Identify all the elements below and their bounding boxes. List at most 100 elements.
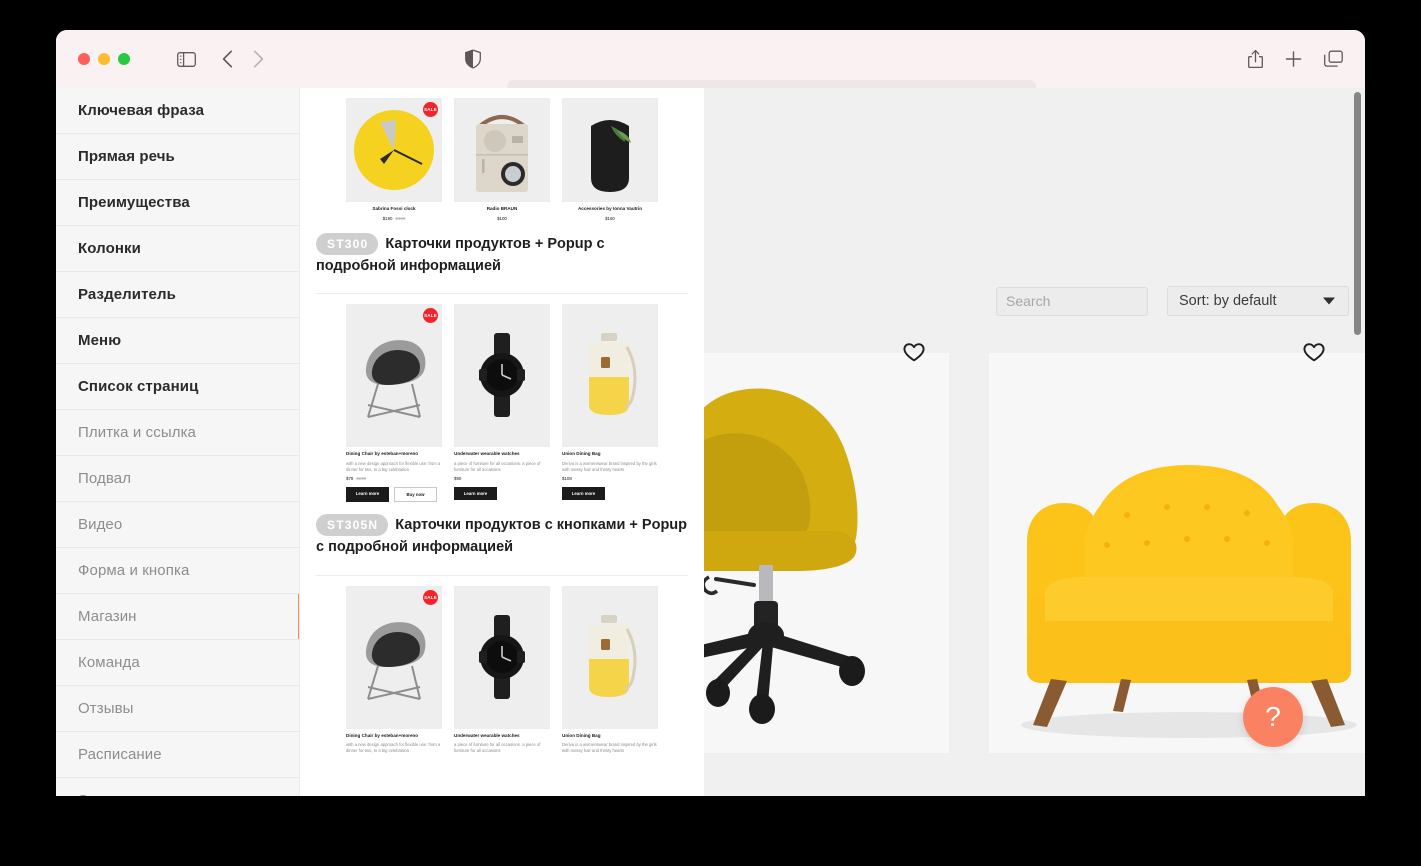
chevron-down-icon: [1323, 297, 1335, 305]
sidebar-item-5[interactable]: Меню: [56, 318, 299, 364]
product-cell-sofa[interactable]: T Furniture Molo Sofa: [989, 343, 1365, 753]
sidebar-item-10[interactable]: Форма и кнопка: [56, 548, 299, 594]
preview-product-button[interactable]: Learn more: [562, 487, 605, 501]
price-current: $90: [454, 476, 462, 482]
preview-product-name: Accessories by Ionna Vautrin: [577, 206, 643, 211]
block-card[interactable]: SALE Dining Chair by esteban+moreno with a…: [300, 294, 704, 575]
tab-overview-icon[interactable]: [1324, 50, 1343, 68]
block-card[interactable]: SALE Dining Chair by esteban+moreno with a…: [300, 576, 704, 759]
preview-product-name: Underwater wearable watches: [454, 450, 520, 456]
sidebar-item-label: Расписание: [78, 746, 162, 763]
search-field-wrapper[interactable]: [996, 286, 1212, 316]
preview-product-button[interactable]: Buy now: [394, 487, 437, 503]
preview-product-buttons: Learn more: [562, 487, 658, 501]
preview-product-image: [454, 585, 550, 729]
sidebar-item-7[interactable]: Плитка и ссылка: [56, 410, 299, 456]
preview-product-price: $190 $400: [346, 216, 442, 221]
preview-product-price: $160: [562, 216, 658, 221]
heart-icon[interactable]: [1303, 343, 1325, 362]
block-preview: SALE Dining Chair by esteban+moreno with a…: [316, 576, 688, 759]
sidebar-item-11[interactable]: Магазин: [56, 594, 299, 640]
sidebar-item-label: Этапы: [78, 792, 123, 796]
preview-product: Accessories by Ionna Vautrin $160: [562, 98, 658, 221]
preview-product-button[interactable]: Learn more: [454, 487, 497, 501]
shield-icon[interactable]: [465, 49, 481, 69]
sidebar-item-label: Отзывы: [78, 700, 134, 717]
tilda-blocks-column[interactable]: SALE Sabrina Fossi clock $190 $400 Radio BRA…: [299, 88, 704, 796]
help-button[interactable]: ?: [1243, 687, 1303, 747]
sidebar-item-label: Подвал: [78, 470, 132, 487]
preview-product-description: a piece of furniture for all occasions. …: [454, 460, 541, 472]
sidebar-item-1[interactable]: Прямая речь: [56, 134, 299, 180]
price-current: $79: [346, 476, 354, 482]
sidebar-item-label: Команда: [78, 654, 140, 671]
nav-back-icon[interactable]: [222, 50, 233, 68]
product-cell-chair[interactable]: a Office Chair: [704, 343, 949, 753]
price-old: $400: [395, 215, 406, 221]
minimize-window-button[interactable]: [98, 53, 110, 65]
sidebar-item-14[interactable]: Расписание: [56, 732, 299, 778]
sidebar-item-label: Видео: [78, 516, 123, 533]
help-button-label: ?: [1265, 701, 1281, 732]
sidebar-item-4[interactable]: Разделитель: [56, 272, 299, 318]
page-scrollbar-thumb[interactable]: [1354, 92, 1361, 335]
sofa-photo: [989, 353, 1365, 753]
browser-window: tilda.cc/page/?pageid=9369725&projectid=…: [56, 30, 1365, 796]
preview-product-image: [562, 98, 658, 202]
sidebar-item-15[interactable]: Этапы: [56, 778, 299, 796]
maximize-window-button[interactable]: [118, 53, 130, 65]
preview-product-name: Dining Chair by esteban+moreno: [346, 450, 419, 456]
sidebar-toggle-icon[interactable]: [177, 51, 196, 67]
sidebar-item-label: Разделитель: [78, 286, 176, 303]
preview-product-price: $90: [454, 476, 550, 481]
site-preview-area: Sort: by default: [704, 88, 1365, 796]
preview-product-name: Union Dining Bag: [562, 450, 601, 456]
share-icon[interactable]: [1248, 49, 1263, 69]
heart-icon[interactable]: [903, 343, 925, 362]
sidebar-item-label: Плитка и ссылка: [78, 424, 196, 441]
price-current: $160: [605, 215, 615, 221]
sidebar-item-13[interactable]: Отзывы: [56, 686, 299, 732]
block-preview: SALE Sabrina Fossi clock $190 $400 Radio BRA…: [316, 88, 688, 225]
preview-product-button[interactable]: Learn more: [346, 487, 389, 503]
preview-product: Radio BRAUN $100: [454, 98, 550, 221]
sidebar-item-label: Колонки: [78, 240, 141, 257]
block-card[interactable]: SALE Sabrina Fossi clock $190 $400 Radio BRA…: [300, 88, 704, 293]
window-controls: [78, 53, 130, 65]
preview-product-price: $108: [562, 476, 658, 481]
sidebar-item-2[interactable]: Преимущества: [56, 180, 299, 226]
catalog-controls-row: Sort: by default: [996, 286, 1349, 316]
page-scrollbar[interactable]: [1354, 92, 1361, 796]
sidebar-item-label: Прямая речь: [78, 148, 175, 165]
preview-product-image: [562, 585, 658, 729]
block-label: ST305N Карточки продуктов с кнопками + Po…: [316, 506, 688, 574]
preview-product-image: [562, 303, 658, 447]
price-current: $108: [562, 476, 572, 482]
sort-dropdown[interactable]: Sort: by default: [1167, 286, 1349, 316]
plus-icon[interactable]: [1285, 51, 1302, 68]
preview-product-description: Deriva is a womenswear brand inspired by…: [562, 460, 657, 472]
sidebar-item-6[interactable]: Список страниц: [56, 364, 299, 410]
preview-product: Underwater wearable watches a piece of fu…: [454, 303, 550, 502]
sidebar-item-9[interactable]: Видео: [56, 502, 299, 548]
preview-product-name: Union Dining Bag: [562, 732, 601, 738]
nav-forward-icon[interactable]: [253, 50, 264, 68]
close-window-button[interactable]: [78, 53, 90, 65]
tilda-block-categories-sidebar[interactable]: Ключевая фраза Прямая речь Преимущества Кол…: [56, 88, 299, 796]
block-label: ST300 Карточки продуктов + Popup с подроб…: [316, 225, 688, 293]
preview-product-image: SALE: [346, 585, 442, 729]
preview-product-description: with a new design approach for flexible …: [346, 460, 441, 472]
sidebar-item-8[interactable]: Подвал: [56, 456, 299, 502]
preview-product-image: [454, 303, 550, 447]
sidebar-item-label: Форма и кнопка: [78, 562, 190, 579]
sidebar-item-label: Меню: [78, 332, 122, 349]
sidebar-item-12[interactable]: Команда: [56, 640, 299, 686]
preview-product-buttons: Learn more: [454, 487, 550, 501]
preview-product-image: [454, 98, 550, 202]
toolbar-right-actions: [1248, 49, 1343, 69]
sidebar-item-3[interactable]: Колонки: [56, 226, 299, 272]
preview-product: SALE Sabrina Fossi clock $190 $400: [346, 98, 442, 221]
office-chair-photo: [704, 353, 949, 753]
sidebar-item-0[interactable]: Ключевая фраза: [56, 88, 299, 134]
preview-product-price: $79 $200: [346, 476, 442, 481]
